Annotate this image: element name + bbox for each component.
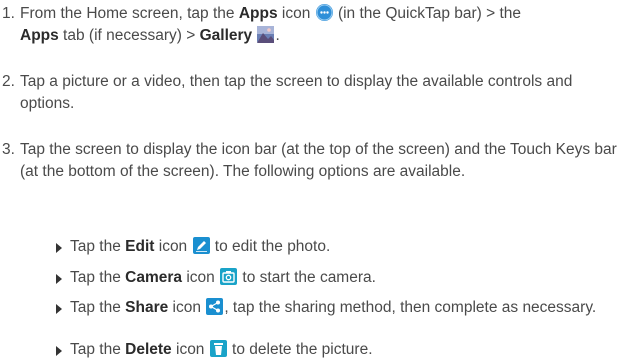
text-fragment: tab (if necessary) > [58,27,200,44]
bullet-arrow-icon [56,274,62,284]
text-fragment: icon [171,341,209,358]
step-text: Tap a picture or a video, then tap the s… [20,73,573,112]
step-text: From the Home screen, tap the Apps icon … [20,3,630,47]
apps-icon [315,4,333,21]
edit-label: Edit [125,238,155,255]
text-fragment: , tap the sharing method, then complete … [224,299,597,316]
apps-tab-label: Apps [20,27,59,44]
text-fragment: icon [168,299,206,316]
text-fragment: icon [277,5,315,22]
share-label: Share [125,299,169,316]
edit-icon [192,237,210,254]
step-number: 1. [2,5,15,22]
bullet-arrow-icon [56,304,62,314]
text-fragment: Tap the [70,238,126,255]
apps-label: Apps [238,5,278,22]
text-fragment: to delete the picture. [227,341,373,358]
step-number: 3. [2,141,15,158]
text-fragment: . [275,27,280,44]
text-fragment: to edit the photo. [210,238,331,255]
bullet-arrow-icon [56,243,62,253]
share-icon [206,298,224,315]
camera-label: Camera [125,269,183,286]
step-text: Tap the screen to display the icon bar (… [20,141,617,180]
delete-icon [209,340,227,357]
instruction-document: 1. From the Home screen, tap the Apps ic… [0,0,633,360]
text-fragment: icon [182,269,220,286]
delete-label: Delete [125,341,172,358]
text-fragment: From the Home screen, tap the [20,5,239,22]
text-fragment: to start the camera. [238,269,376,286]
text-fragment: Tap the [70,299,126,316]
camera-icon [220,268,238,285]
text-fragment: Tap the [70,341,126,358]
text-fragment: (in the QuickTap bar) > the [333,5,522,22]
bullet-arrow-icon [56,346,62,356]
text-fragment: Tap the [70,269,126,286]
text-fragment: icon [154,238,192,255]
step-number: 2. [2,73,15,90]
gallery-icon [257,26,275,43]
gallery-label: Gallery [199,27,253,44]
